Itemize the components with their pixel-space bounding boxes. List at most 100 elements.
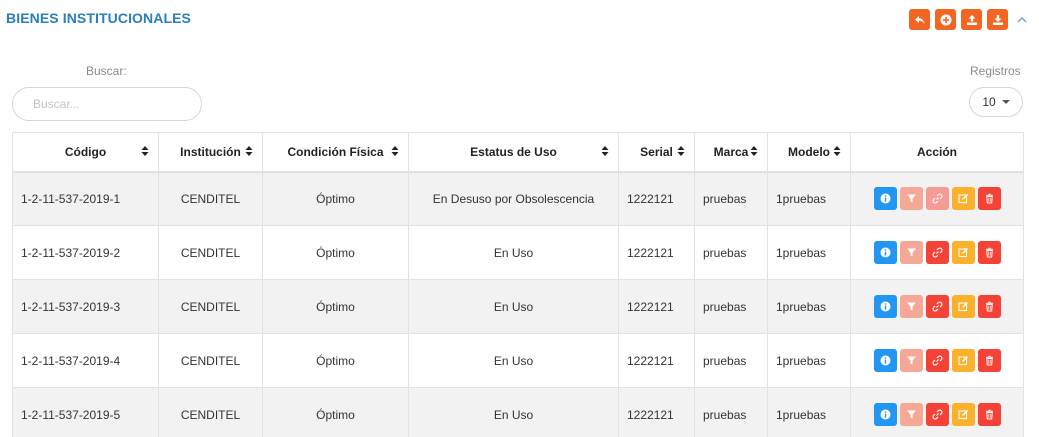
- edit-icon: [957, 409, 969, 420]
- cell-codigo: 1-2-11-537-2019-2: [12, 225, 159, 280]
- assets-table: Código Institución Condición Física Estatus…: [12, 132, 1024, 437]
- filter-button[interactable]: [899, 295, 923, 318]
- edit-icon: [957, 355, 969, 366]
- cell-actions: [850, 171, 1024, 226]
- edit-icon: [957, 193, 969, 204]
- delete-button[interactable]: [977, 241, 1001, 264]
- link-button[interactable]: [925, 241, 949, 264]
- link-button[interactable]: [925, 403, 949, 426]
- cell-condicion: Óptimo: [262, 171, 409, 226]
- info-icon: [880, 301, 891, 312]
- trash-icon: [984, 355, 995, 366]
- cell-estatus: En Desuso por Obsolescencia: [408, 171, 619, 226]
- column-header-label: Condición Física: [287, 144, 384, 159]
- info-button[interactable]: [873, 403, 897, 426]
- filter-button[interactable]: [899, 403, 923, 426]
- upload-button[interactable]: [961, 9, 982, 30]
- column-header-codigo[interactable]: Código: [12, 132, 159, 173]
- cell-institucion: CENDITEL: [158, 171, 263, 226]
- cell-modelo: 1pruebas: [767, 279, 851, 334]
- edit-button[interactable]: [951, 403, 975, 426]
- cell-actions: [850, 333, 1024, 388]
- filter-button[interactable]: [899, 349, 923, 372]
- link-icon: [932, 193, 943, 204]
- trash-icon: [984, 247, 995, 258]
- cell-serial: 1222121: [618, 387, 695, 437]
- search-input[interactable]: [12, 87, 202, 121]
- delete-button[interactable]: [977, 187, 1001, 211]
- column-header-estatus[interactable]: Estatus de Uso: [408, 132, 619, 173]
- download-button[interactable]: [987, 9, 1008, 30]
- cell-modelo: 1pruebas: [767, 225, 851, 280]
- cell-marca: pruebas: [694, 225, 768, 280]
- column-header-serial[interactable]: Serial: [618, 132, 695, 173]
- chevron-up-icon: [1017, 16, 1027, 22]
- column-header-label: Código: [64, 144, 107, 159]
- link-button[interactable]: [925, 349, 949, 372]
- link-button[interactable]: [925, 187, 949, 211]
- cell-condicion: Óptimo: [262, 279, 409, 334]
- records-selected-value: 10: [982, 95, 996, 109]
- column-header-modelo[interactable]: Modelo: [767, 132, 851, 173]
- edit-button[interactable]: [951, 295, 975, 318]
- cell-institucion: CENDITEL: [158, 387, 263, 437]
- trash-icon: [984, 301, 995, 312]
- cell-marca: pruebas: [694, 333, 768, 388]
- sort-icon[interactable]: [391, 145, 399, 157]
- sort-icon[interactable]: [750, 145, 758, 157]
- filter-button[interactable]: [899, 187, 923, 211]
- cell-serial: 1222121: [618, 171, 695, 226]
- column-header-marca[interactable]: Marca: [694, 132, 768, 173]
- column-header-label: Marca: [713, 144, 749, 159]
- sort-icon[interactable]: [677, 145, 685, 157]
- delete-button[interactable]: [977, 295, 1001, 318]
- records-label: Registros: [970, 64, 1021, 78]
- upload-icon: [966, 14, 977, 25]
- sort-icon[interactable]: [833, 145, 841, 157]
- info-icon: [880, 247, 891, 258]
- edit-button[interactable]: [951, 349, 975, 372]
- column-header-condicion[interactable]: Condición Física: [262, 132, 409, 173]
- info-icon: [880, 355, 891, 366]
- column-header-label: Modelo: [788, 144, 830, 159]
- cell-modelo: 1pruebas: [767, 333, 851, 388]
- page-title: BIENES INSTITUCIONALES: [6, 10, 191, 26]
- cell-actions: [850, 387, 1024, 437]
- filter-button[interactable]: [899, 241, 923, 264]
- table-row: 1-2-11-537-2019-2 CENDITEL Óptimo En Uso 122…: [12, 225, 1024, 280]
- info-button[interactable]: [873, 241, 897, 264]
- column-header-accion: Acción: [850, 132, 1024, 173]
- filter-icon: [906, 355, 917, 366]
- link-icon: [932, 409, 943, 420]
- cell-codigo: 1-2-11-537-2019-4: [12, 333, 159, 388]
- cell-serial: 1222121: [618, 225, 695, 280]
- link-icon: [932, 301, 943, 312]
- info-button[interactable]: [873, 349, 897, 372]
- info-button[interactable]: [873, 295, 897, 318]
- cell-estatus: En Uso: [408, 387, 619, 437]
- cell-codigo: 1-2-11-537-2019-3: [12, 279, 159, 334]
- records-per-page-select[interactable]: 10: [969, 87, 1023, 117]
- edit-button[interactable]: [951, 187, 975, 211]
- info-icon: [880, 193, 891, 204]
- edit-button[interactable]: [951, 241, 975, 264]
- collapse-button[interactable]: [1015, 13, 1029, 27]
- column-header-institucion[interactable]: Institución: [158, 132, 263, 173]
- table-row: 1-2-11-537-2019-3 CENDITEL Óptimo En Uso 122…: [12, 279, 1024, 334]
- sort-icon[interactable]: [601, 145, 609, 157]
- link-button[interactable]: [925, 295, 949, 318]
- trash-icon: [984, 409, 995, 420]
- link-icon: [932, 247, 943, 258]
- info-button[interactable]: [873, 187, 897, 211]
- add-button[interactable]: [935, 9, 956, 30]
- sort-icon[interactable]: [245, 145, 253, 157]
- caret-down-icon: [1001, 100, 1010, 104]
- cell-modelo: 1pruebas: [767, 387, 851, 437]
- delete-button[interactable]: [977, 349, 1001, 372]
- cell-marca: pruebas: [694, 387, 768, 437]
- sort-icon[interactable]: [141, 145, 149, 157]
- filter-icon: [906, 247, 917, 258]
- delete-button[interactable]: [977, 403, 1001, 426]
- cell-actions: [850, 225, 1024, 280]
- undo-button[interactable]: [909, 9, 930, 30]
